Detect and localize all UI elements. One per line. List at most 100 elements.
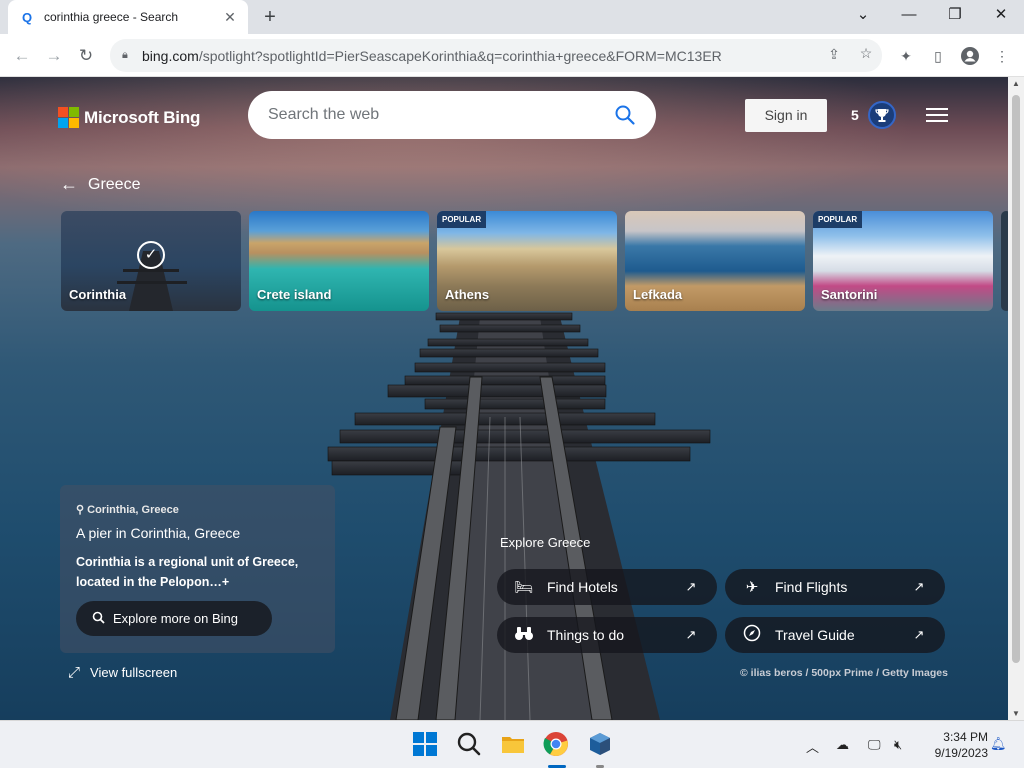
virtualbox-icon[interactable]	[587, 731, 615, 759]
network-icon[interactable]: 🖵︎	[868, 737, 881, 753]
hamburger-menu-icon[interactable]	[926, 108, 948, 124]
back-arrow-icon: ←	[60, 174, 78, 194]
fullscreen-label: View fullscreen	[90, 665, 178, 680]
scroll-down-icon[interactable]: ▼	[1008, 709, 1024, 718]
card-label: Corinthia	[69, 287, 127, 302]
external-link-icon: ↗	[685, 627, 697, 642]
info-panel: ⚲ Corinthia, Greece A pier in Corinthia,…	[60, 485, 335, 653]
close-window-icon[interactable]: ✕	[978, 0, 1024, 30]
onedrive-sync-icon[interactable]: ☁	[836, 737, 849, 753]
expand-plus-icon[interactable]: +	[222, 575, 229, 589]
carousel-card-santorini[interactable]: POPULAR Santorini	[813, 211, 993, 311]
location-text: Corinthia, Greece	[87, 504, 179, 516]
search-icon	[92, 611, 105, 627]
things-to-do-label: Things to do	[547, 627, 625, 643]
microsoft-logo-icon	[58, 107, 79, 128]
search-favicon-icon: Q	[22, 9, 33, 25]
tab-title: corinthia greece - Search	[44, 10, 179, 24]
scroll-up-icon[interactable]: ▲	[1008, 79, 1024, 88]
notification-bell-icon[interactable]: 🔔︎	[990, 736, 1007, 752]
clock-time: 3:34 PM	[943, 730, 988, 744]
url-text: bing.com/spotlight?spotlightId=PierSeasc…	[142, 48, 722, 64]
popular-badge: POPULAR	[437, 211, 487, 228]
restore-icon[interactable]: ❐	[932, 0, 978, 30]
search-input[interactable]	[268, 106, 614, 124]
compass-icon	[741, 624, 763, 646]
breadcrumb-back[interactable]: ← Greece	[60, 174, 140, 195]
selected-check-icon: ✓	[137, 241, 165, 269]
rewards-trophy-icon[interactable]	[868, 101, 896, 129]
new-tab-button[interactable]: +	[258, 5, 282, 29]
bookmark-star-icon[interactable]: ☆	[856, 45, 876, 62]
image-credit: © ilias beros / 500px Prime / Getty Imag…	[740, 667, 948, 679]
description-text: Corinthia is a regional unit of Greece, …	[76, 555, 299, 589]
carousel-card-next-peek[interactable]	[1001, 211, 1008, 311]
tab-strip: Q corinthia greece - Search ✕ + ⌄ — ❐ ✕	[0, 0, 1024, 34]
clock-date: 9/19/2023	[934, 746, 988, 760]
find-hotels-button[interactable]: 🛏︎ Find Hotels ↗	[497, 569, 717, 605]
taskbar-search-icon[interactable]	[456, 731, 484, 759]
external-link-icon: ↗	[913, 579, 925, 594]
url-host: bing.com	[142, 47, 199, 64]
bing-spotlight-page: Microsoft Bing Sign in 5 ← Greece ✓ Cori…	[0, 77, 1008, 720]
carousel-card-athens[interactable]: POPULAR Athens	[437, 211, 617, 311]
explore-more-button[interactable]: Explore more on Bing	[76, 601, 272, 636]
info-headline: A pier in Corinthia, Greece	[76, 525, 241, 541]
external-link-icon: ↗	[913, 627, 925, 642]
forward-arrow-icon[interactable]: →	[40, 42, 68, 70]
url-path: /spotlight?spotlightId=PierSeascapeKorin…	[198, 47, 722, 64]
external-link-icon: ↗	[685, 579, 697, 594]
travel-guide-button[interactable]: Travel Guide ↗	[725, 617, 945, 653]
card-label: Santorini	[821, 287, 878, 302]
explore-title: Explore Greece	[500, 535, 591, 550]
bed-icon: 🛏︎	[514, 579, 534, 596]
location-pin-icon: ⚲	[76, 504, 88, 516]
show-hidden-icons-chevron-icon[interactable]: ︿	[806, 737, 819, 756]
side-panel-icon[interactable]: ▯	[928, 46, 948, 66]
close-tab-icon[interactable]: ✕	[222, 9, 238, 26]
location-line: ⚲ Corinthia, Greece	[76, 503, 179, 516]
info-description: Corinthia is a regional unit of Greece, …	[76, 552, 316, 592]
share-icon[interactable]: ⇪	[824, 46, 844, 63]
extensions-icon[interactable]: ✦	[896, 46, 916, 66]
carousel-card-crete[interactable]: Crete island	[249, 211, 429, 311]
breadcrumb-label: Greece	[88, 175, 141, 193]
search-icon[interactable]	[614, 104, 636, 126]
browser-toolbar: ← → ↻ 🔒︎ bing.com/spotlight?spotlightId=…	[0, 34, 1024, 77]
explore-more-label: Explore more on Bing	[113, 611, 239, 626]
lock-icon: 🔒︎	[122, 49, 128, 61]
chrome-icon[interactable]	[543, 731, 571, 759]
rewards-points[interactable]: 5	[851, 107, 859, 123]
menu-kebab-icon[interactable]: ⋮	[992, 46, 1012, 66]
microsoft-bing-logo[interactable]: Microsoft Bing	[58, 107, 200, 128]
windows-taskbar: ︿ ☁ 🖵︎ 🔇︎ 3:34 PM 9/19/2023 🔔︎	[0, 720, 1024, 768]
view-fullscreen-link[interactable]: ⤢ View fullscreen	[68, 664, 177, 681]
brand-name: Microsoft Bing	[84, 107, 201, 127]
tab-bing-search[interactable]: Q corinthia greece - Search ✕	[8, 0, 248, 34]
page-scrollbar[interactable]: ▲ ▼	[1008, 77, 1024, 720]
windows-start-icon[interactable]	[412, 731, 440, 759]
scrollbar-thumb[interactable]	[1012, 95, 1020, 663]
things-to-do-button[interactable]: Things to do ↗	[497, 617, 717, 653]
profile-icon[interactable]	[960, 46, 980, 66]
find-flights-button[interactable]: ✈ Find Flights ↗	[725, 569, 945, 605]
card-label: Athens	[445, 287, 490, 302]
back-arrow-icon[interactable]: ←	[8, 42, 36, 70]
sign-in-button[interactable]: Sign in	[745, 99, 827, 132]
reload-icon[interactable]: ↻	[72, 42, 100, 70]
file-explorer-icon[interactable]	[500, 731, 528, 759]
plane-icon: ✈	[745, 579, 759, 596]
search-box[interactable]	[248, 91, 656, 139]
minimize-icon[interactable]: —	[886, 0, 932, 30]
binoculars-icon	[513, 625, 535, 645]
tab-search-icon[interactable]: ⌄	[840, 0, 886, 30]
card-label: Crete island	[257, 287, 332, 302]
volume-muted-icon[interactable]: 🔇︎	[894, 737, 902, 753]
system-clock[interactable]: 3:34 PM 9/19/2023	[918, 729, 988, 761]
card-label: Lefkada	[633, 287, 683, 302]
address-bar[interactable]: 🔒︎ bing.com/spotlight?spotlightId=PierSe…	[110, 39, 882, 72]
carousel-card-corinthia[interactable]: ✓ Corinthia	[61, 211, 241, 311]
find-flights-label: Find Flights	[775, 579, 848, 595]
carousel-card-lefkada[interactable]: Lefkada	[625, 211, 805, 311]
travel-guide-label: Travel Guide	[775, 627, 855, 643]
